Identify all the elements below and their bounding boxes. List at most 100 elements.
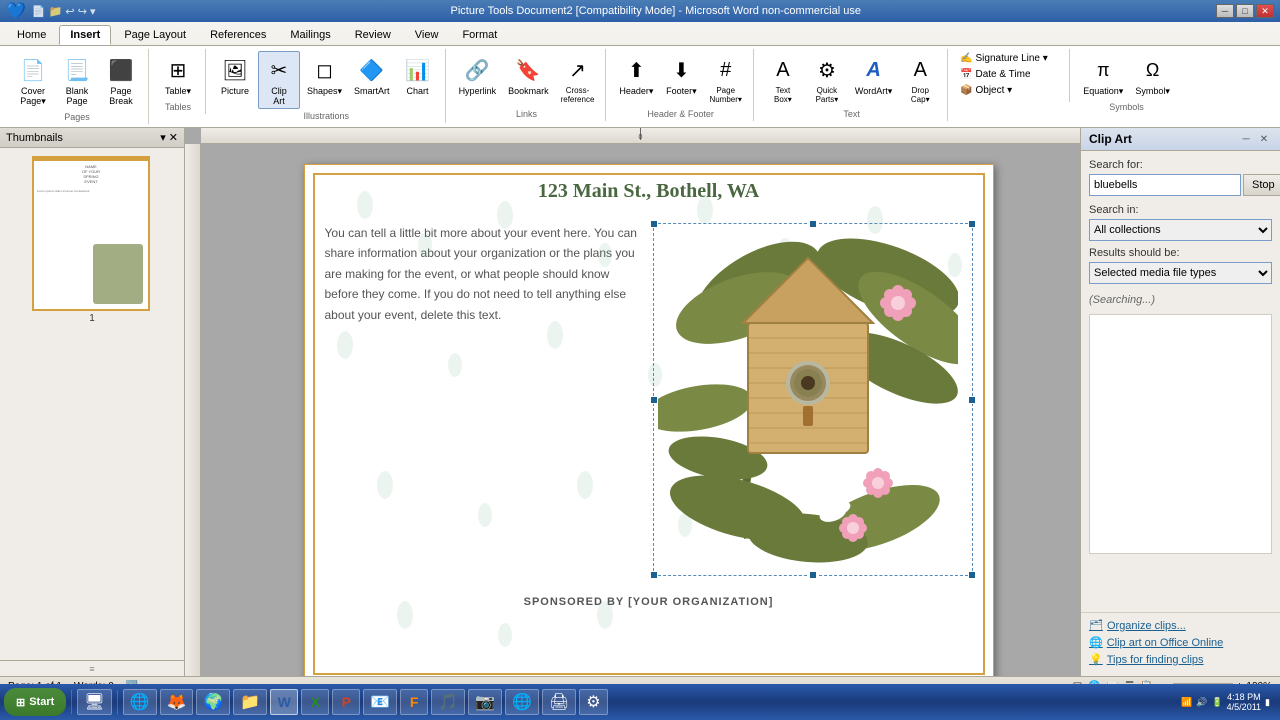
thumbnails-resize-handle[interactable]: ≡ [0, 660, 184, 676]
tips-link[interactable]: 💡 Tips for finding clips [1089, 653, 1272, 666]
resize-handle-bl[interactable] [650, 571, 658, 579]
organize-clips-link[interactable]: 🗂 Organize clips... [1089, 619, 1272, 632]
tab-home[interactable]: Home [6, 25, 57, 45]
btn-picture[interactable]: 🖼 Picture [214, 51, 256, 109]
resize-handle-br[interactable] [968, 571, 976, 579]
btn-chart[interactable]: 📊 Chart [397, 51, 439, 109]
btn-cover-page[interactable]: 📄 CoverPage▾ [12, 51, 54, 110]
thumbnails-dropdown[interactable]: ▾ [160, 131, 166, 144]
btn-text-box[interactable]: A TextBox▾ [762, 51, 804, 107]
maximize-button[interactable]: □ [1236, 4, 1254, 18]
btn-footer[interactable]: ⬇ Footer▾ [660, 51, 702, 107]
clipart-close-button[interactable]: ✕ [1256, 132, 1272, 146]
page: 123 Main St., Bothell, WA You can tell a… [304, 164, 994, 676]
tab-insert[interactable]: Insert [59, 25, 111, 45]
resize-handle-tr[interactable] [968, 220, 976, 228]
results-type-select[interactable]: Selected media file types [1089, 262, 1272, 284]
btn-signature-line[interactable]: ✍ Signature Line ▾ [956, 51, 1063, 66]
birdhouse-svg [658, 228, 958, 568]
btn-quick-parts[interactable]: ⚙ QuickParts▾ [806, 51, 848, 107]
btn-shapes[interactable]: ◻ Shapes▾ [302, 51, 347, 109]
illustrations-group-label: Illustrations [304, 111, 350, 121]
btn-symbol[interactable]: Ω Symbol▾ [1130, 51, 1175, 100]
taskbar-camera[interactable]: 📷 [468, 689, 502, 715]
btn-clip-art[interactable]: ✂ ClipArt [258, 51, 300, 109]
tray-date: 4/5/2011 [1227, 702, 1261, 712]
btn-blank-page[interactable]: 📃 BlankPage [56, 51, 98, 110]
btn-bookmark[interactable]: 🔖 Bookmark [503, 51, 554, 107]
btn-wordart[interactable]: A WordArt▾ [850, 51, 897, 107]
show-desktop-tray[interactable]: ▮ [1265, 697, 1270, 708]
btn-equation[interactable]: π Equation▾ [1078, 51, 1128, 100]
start-button[interactable]: ⊞ Start [4, 688, 66, 716]
taskbar: ⊞ Start 🖥 🌐 🦊 🌍 📁 W X P 📧 F 🎵 📷 🌐 🖨 [0, 684, 1280, 720]
btn-object[interactable]: 📦 Object ▾ [956, 83, 1063, 98]
resize-handle-bc[interactable] [809, 571, 817, 579]
minimize-button[interactable]: ─ [1216, 4, 1234, 18]
tray-volume[interactable]: 🔊 [1196, 697, 1207, 708]
taskbar-chrome[interactable]: 🌍 [196, 689, 230, 715]
clipart-search-input[interactable] [1089, 174, 1241, 196]
btn-page-break[interactable]: ⬛ PageBreak [100, 51, 142, 110]
taskbar-word[interactable]: W [270, 689, 298, 715]
taskbar-powerpoint[interactable]: P [332, 689, 360, 715]
btn-drop-cap[interactable]: A DropCap▾ [899, 51, 941, 107]
btn-hyperlink[interactable]: 🔗 Hyperlink [454, 51, 502, 107]
hyperlink-icon: 🔗 [461, 54, 493, 86]
taskbar-media[interactable]: 🎵 [431, 689, 465, 715]
pages-group-label: Pages [64, 112, 90, 122]
table-icon: ⊞ [162, 54, 194, 86]
taskbar-browser2[interactable]: 🌐 [505, 689, 539, 715]
ribbon-tabs: Home Insert Page Layout References Maili… [0, 22, 1280, 45]
btn-cross-reference[interactable]: ↗ Cross-reference [556, 51, 600, 107]
btn-page-number[interactable]: # PageNumber▾ [704, 51, 746, 107]
taskbar-outlook[interactable]: 📧 [363, 689, 397, 715]
selected-image-frame[interactable] [653, 223, 973, 576]
tray-clock[interactable]: 4:18 PM 4/5/2011 [1227, 692, 1261, 712]
thumbnails-close[interactable]: ✕ [169, 131, 178, 144]
resize-handle-tl[interactable] [650, 220, 658, 228]
tray-network[interactable]: 📶 [1181, 697, 1192, 708]
thumbnail-page-1[interactable]: NAMEOF YOURSPRINGEVENT Lorem ipsum dolor… [32, 156, 152, 324]
clipart-collapse-button[interactable]: ─ [1238, 132, 1254, 146]
taskbar-printer[interactable]: 🖨 [542, 689, 576, 715]
tab-format[interactable]: Format [451, 25, 508, 45]
tab-page-layout[interactable]: Page Layout [113, 25, 197, 45]
taskbar-explorer[interactable]: 📁 [233, 689, 267, 715]
tab-view[interactable]: View [404, 25, 450, 45]
tab-review[interactable]: Review [344, 25, 402, 45]
tray-battery[interactable]: 🔋 [1211, 697, 1222, 708]
office-online-text: Clip art on Office Online [1107, 637, 1224, 649]
smartart-icon: 🔷 [356, 54, 388, 86]
tab-references[interactable]: References [199, 25, 277, 45]
system-tray: 📶 🔊 🔋 4:18 PM 4/5/2011 ▮ [1175, 692, 1276, 712]
clipart-stop-button[interactable]: Stop [1243, 174, 1280, 196]
ruler-vertical [185, 144, 201, 676]
tab-mailings[interactable]: Mailings [279, 25, 341, 45]
tips-text: Tips for finding clips [1107, 654, 1204, 666]
close-button[interactable]: ✕ [1256, 4, 1274, 18]
btn-header[interactable]: ⬆ Header▾ [614, 51, 658, 107]
taskbar-firefox[interactable]: 🦊 [160, 689, 194, 715]
btn-smartart[interactable]: 🔷 SmartArt [349, 51, 395, 109]
resize-handle-ml[interactable] [650, 396, 658, 404]
office-online-link[interactable]: 🌐 Clip art on Office Online [1089, 636, 1272, 649]
text-group-label: Text [843, 109, 860, 119]
taskbar-filezilla[interactable]: F [400, 689, 428, 715]
search-in-select[interactable]: All collections [1089, 219, 1272, 241]
taskbar-ie[interactable]: 🌐 [123, 689, 157, 715]
btn-date-time[interactable]: 📅 Date & Time [956, 67, 1063, 82]
symbol-icon: Ω [1137, 54, 1169, 86]
taskbar-show-desktop[interactable]: 🖥 [77, 689, 111, 715]
resize-handle-tc[interactable] [809, 220, 817, 228]
thumbnails-header: Thumbnails ▾ ✕ [0, 128, 184, 148]
document-area[interactable]: 0 [185, 128, 1080, 676]
btn-table[interactable]: ⊞ Table▾ [157, 51, 199, 100]
taskbar-settings[interactable]: ⚙ [579, 689, 607, 715]
chrome-icon: 🌍 [203, 692, 223, 712]
resize-handle-mr[interactable] [968, 396, 976, 404]
start-icon: ⊞ [16, 696, 25, 709]
taskbar-excel[interactable]: X [301, 689, 329, 715]
outlook-icon: 📧 [370, 692, 390, 712]
text-box-icon: A [767, 54, 799, 86]
